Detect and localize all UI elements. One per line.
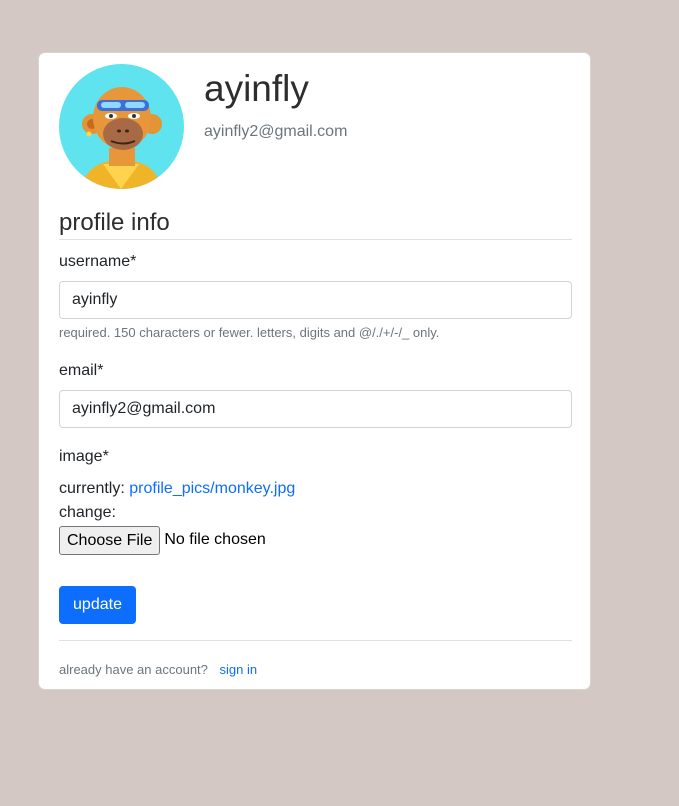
profile-email-text: ayinfly2@gmail.com <box>204 123 348 140</box>
profile-card: ayinfly ayinfly2@gmail.com profile info … <box>38 52 591 690</box>
account-prompt-text: already have an account? <box>59 662 208 677</box>
current-image-row: currently: profile_pics/monkey.jpg <box>59 479 295 499</box>
email-input[interactable] <box>59 390 572 428</box>
profile-username-heading: ayinfly <box>204 68 309 109</box>
file-input[interactable]: Choose File No file chosen <box>59 525 266 555</box>
email-label: email* <box>59 362 104 379</box>
section-title: profile info <box>59 208 572 240</box>
username-help-text: required. 150 characters or fewer. lette… <box>59 325 440 340</box>
current-image-link[interactable]: profile_pics/monkey.jpg <box>129 480 295 497</box>
choose-file-button[interactable]: Choose File <box>59 525 161 555</box>
divider <box>59 640 572 641</box>
sign-in-link[interactable]: sign in <box>220 662 258 677</box>
change-label: change: <box>59 504 116 521</box>
no-file-chosen-text: No file chosen <box>164 531 266 548</box>
username-input[interactable] <box>59 281 572 319</box>
username-label: username* <box>59 253 137 270</box>
update-button[interactable]: update <box>59 586 136 624</box>
ape-avatar-image <box>59 64 184 189</box>
image-label: image* <box>59 448 109 465</box>
currently-label: currently: <box>59 480 125 497</box>
footer: already have an account? sign in <box>59 662 257 678</box>
profile-avatar <box>59 64 184 189</box>
